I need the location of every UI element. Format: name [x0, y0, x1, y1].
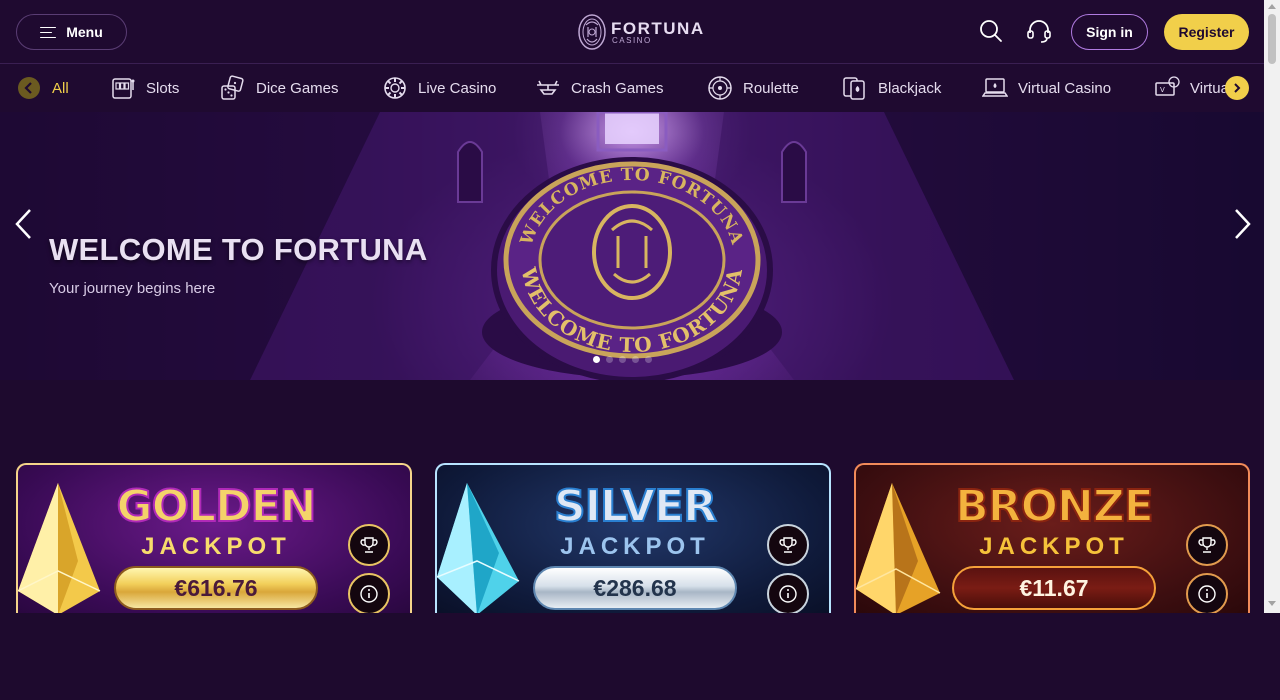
hero-dot[interactable] — [606, 356, 613, 363]
category-label: Virtual Casino — [1018, 79, 1112, 97]
slot-machine-icon — [112, 78, 135, 99]
category-all[interactable]: All — [16, 64, 69, 112]
search-icon[interactable] — [978, 18, 1004, 44]
category-live-casino[interactable]: Live Casino — [382, 64, 496, 112]
chip-icon — [384, 77, 406, 99]
menu-button[interactable]: Menu — [16, 14, 127, 50]
svg-text:WELCOME TO FORTUNA: WELCOME TO FORTUNA — [516, 165, 747, 249]
category-nav: All Slots Dice Games Live Casino Crash G… — [0, 64, 1264, 112]
jackpot-name: BRONZE — [954, 480, 1155, 533]
hero-banner[interactable]: WELCOME TO FORTUNA WELCOME TO FORTUNA WE… — [0, 112, 1264, 380]
category-label: Virtua — [1190, 79, 1229, 97]
category-label: Slots — [146, 79, 180, 97]
category-slots[interactable]: Slots — [110, 64, 179, 112]
logo-emblem-icon — [578, 14, 606, 50]
hero-dot[interactable] — [645, 356, 652, 363]
jackpot-info-button[interactable] — [348, 573, 390, 613]
hero-prev-button[interactable] — [14, 208, 34, 240]
scroll-up-arrow-icon[interactable] — [1268, 4, 1276, 9]
jackpot-card-silver[interactable]: SILVER JACKPOT €286.68 — [435, 463, 831, 613]
jackpot-amount: €11.67 — [952, 566, 1156, 610]
jackpot-trophy-button[interactable] — [767, 524, 809, 566]
info-icon — [1198, 585, 1216, 603]
medallion-text-top: WELCOME TO FORTUNA — [516, 165, 746, 249]
logo-title: FORTUNA — [611, 18, 705, 38]
roulette-icon — [708, 76, 732, 100]
hero-dot[interactable] — [632, 356, 639, 363]
category-roulette[interactable]: Roulette — [707, 64, 799, 112]
hero-dot[interactable] — [619, 356, 626, 363]
category-blackjack[interactable]: Blackjack — [842, 64, 941, 112]
category-label: All — [52, 79, 69, 97]
category-scroll-right-button[interactable] — [1225, 76, 1249, 100]
page-bottom-area — [0, 613, 1280, 700]
jackpot-name: GOLDEN — [116, 480, 318, 533]
jackpot-info-button[interactable] — [767, 573, 809, 613]
category-label: Live Casino — [418, 79, 497, 97]
category-label: Blackjack — [878, 79, 942, 97]
category-virtual[interactable]: V Virtua — [1154, 64, 1229, 112]
svg-text:V: V — [1160, 86, 1165, 94]
jackpot-label: JACKPOT — [560, 533, 710, 560]
sign-in-button[interactable]: Sign in — [1071, 14, 1148, 50]
jackpot-amount: €286.68 — [533, 566, 737, 610]
virtual-icon: V — [1155, 76, 1180, 96]
jackpot-trophy-button[interactable] — [1186, 524, 1228, 566]
svg-text:WELCOME TO FORTUNA: WELCOME TO FORTUNA — [516, 264, 747, 357]
info-icon — [360, 585, 378, 603]
jackpot-amount: €616.76 — [114, 566, 318, 610]
fortuna-logo[interactable]: FORTUNA CASINO — [577, 12, 705, 52]
plane-icon — [537, 80, 559, 95]
hero-next-button[interactable] — [1232, 208, 1252, 240]
laptop-icon — [982, 78, 1008, 97]
dice-icon — [221, 75, 244, 100]
scrollbar-thumb[interactable] — [1268, 14, 1276, 64]
page-scrollbar[interactable] — [1264, 0, 1280, 613]
hamburger-icon — [40, 26, 57, 38]
jackpot-card-golden[interactable]: GOLDEN JACKPOT €616.76 — [16, 463, 412, 613]
logo-subtitle: CASINO — [612, 35, 652, 45]
jackpot-info-button[interactable] — [1186, 573, 1228, 613]
hero-dot[interactable] — [593, 356, 600, 363]
chevron-right-icon — [1234, 83, 1241, 93]
site-header: Menu FORTUNA CASINO Sign in Register — [0, 0, 1264, 64]
jackpot-label: JACKPOT — [141, 533, 291, 560]
jackpot-name: SILVER — [553, 480, 718, 533]
category-label: Dice Games — [256, 79, 339, 97]
hero-pagination — [593, 356, 652, 363]
hero-title: WELCOME TO FORTUNA — [49, 232, 428, 267]
category-label: Roulette — [743, 79, 799, 97]
category-dice-games[interactable]: Dice Games — [220, 64, 339, 112]
medallion-text-bottom: WELCOME TO FORTUNA — [516, 264, 746, 357]
register-button[interactable]: Register — [1164, 14, 1249, 50]
info-icon — [779, 585, 797, 603]
category-label: Crash Games — [571, 79, 664, 97]
trophy-icon — [360, 537, 378, 553]
category-crash-games[interactable]: Crash Games — [535, 64, 664, 112]
menu-label: Menu — [66, 24, 103, 40]
hero-subtitle: Your journey begins here — [49, 280, 216, 297]
jackpot-label: JACKPOT — [979, 533, 1129, 560]
scroll-down-arrow-icon[interactable] — [1268, 601, 1276, 606]
trophy-icon — [779, 537, 797, 553]
jackpot-trophy-button[interactable] — [348, 524, 390, 566]
jackpot-card-bronze[interactable]: BRONZE JACKPOT €11.67 — [854, 463, 1250, 613]
trophy-icon — [1198, 537, 1216, 553]
all-icon — [18, 77, 40, 99]
cards-icon — [843, 77, 865, 100]
support-headset-icon[interactable] — [1026, 18, 1052, 44]
category-virtual-casino[interactable]: Virtual Casino — [982, 64, 1111, 112]
